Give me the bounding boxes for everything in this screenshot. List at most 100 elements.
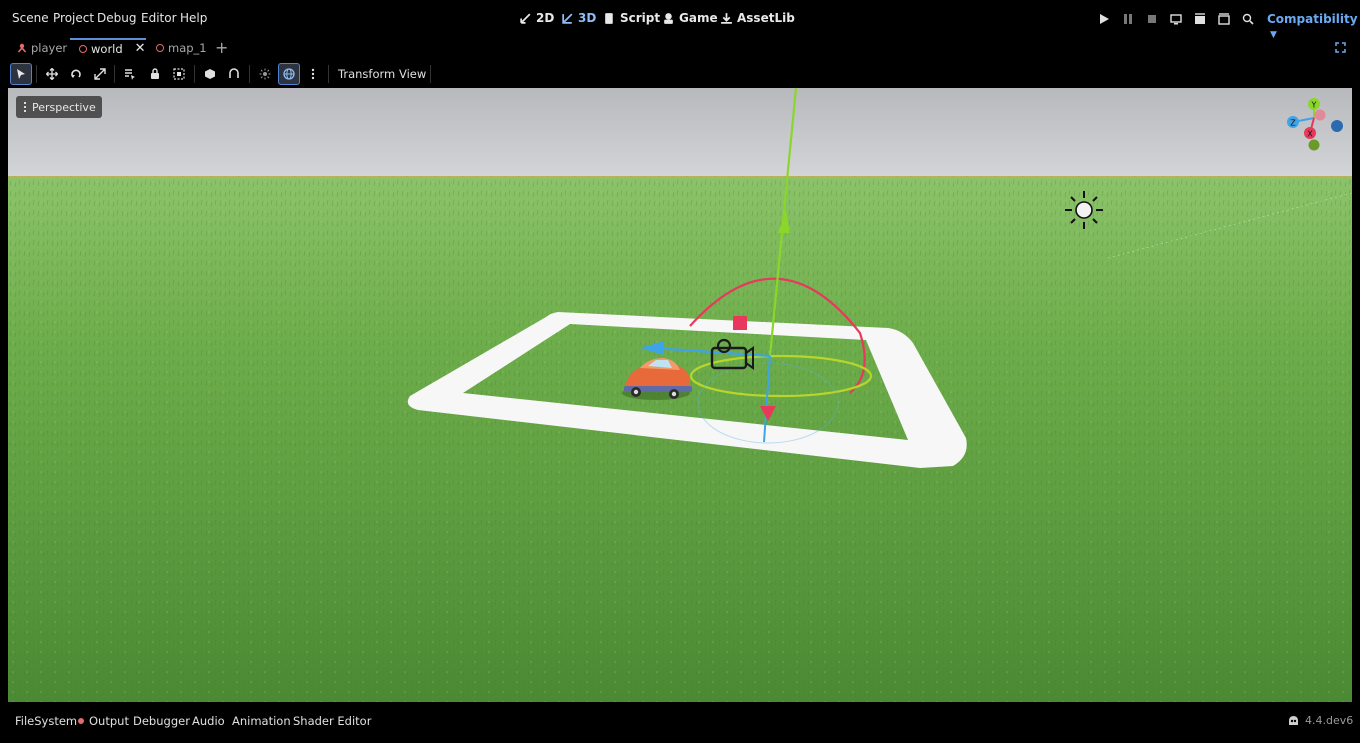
scene-tab-world[interactable]: world ✕ xyxy=(79,41,146,56)
scene-tab-label: world xyxy=(91,41,123,56)
sky xyxy=(8,88,1352,178)
node3d-icon xyxy=(156,44,164,52)
xy-plane-handle[interactable] xyxy=(733,316,747,330)
bottom-tab-label: Output xyxy=(89,714,129,728)
perspective-menu-button[interactable]: Perspective xyxy=(16,96,102,118)
toolbar-separator xyxy=(194,65,195,83)
select-mode-button[interactable] xyxy=(10,63,32,85)
workspace-game-label: Game xyxy=(679,11,718,25)
stop-icon[interactable] xyxy=(1146,13,1158,25)
workspace-script-label: Script xyxy=(620,11,661,25)
renderer-select[interactable]: Compatibility ▼ xyxy=(1267,12,1360,40)
movie-maker-icon[interactable] xyxy=(1242,13,1254,25)
move-icon xyxy=(46,68,58,80)
version-label: 4.4.dev6 xyxy=(1305,714,1354,727)
bottom-tab-audio[interactable]: Audio xyxy=(192,714,225,728)
play-icon[interactable] xyxy=(1098,13,1110,25)
toolbar-separator xyxy=(249,65,250,83)
add-tab-button[interactable]: + xyxy=(215,38,228,57)
rotate-mode-button[interactable] xyxy=(65,63,87,85)
fullscreen-icon[interactable] xyxy=(1335,42,1346,53)
workspace-game-button[interactable]: Game xyxy=(662,11,718,25)
kebab-menu-icon xyxy=(311,68,315,80)
bottom-tab-label: Shader Editor xyxy=(293,714,372,728)
rotate-icon xyxy=(71,69,81,78)
cube-icon xyxy=(205,69,215,79)
version-indicator[interactable]: 4.4.dev6 xyxy=(1288,714,1353,727)
view-menu[interactable]: View xyxy=(399,67,426,81)
viewport-toolbar: Transform View xyxy=(0,60,1360,87)
3d-icon xyxy=(562,13,573,24)
toggle-preview-sun-button[interactable] xyxy=(254,63,276,85)
toggle-preview-environment-button[interactable] xyxy=(278,63,300,85)
transform-menu[interactable]: Transform xyxy=(338,67,395,81)
use-snap-button[interactable] xyxy=(223,63,245,85)
plus-icon: + xyxy=(215,38,229,57)
bottom-tab-debugger[interactable]: Debugger xyxy=(133,714,190,728)
renderer-label: Compatibility xyxy=(1267,12,1358,26)
remote-debug-icon[interactable] xyxy=(1170,13,1182,25)
bottom-panel-bar: FileSystem Output Debugger Audio Animati… xyxy=(0,702,1360,743)
workspace-2d-label: 2D xyxy=(536,11,555,25)
cursor-icon xyxy=(17,69,25,79)
group-icon xyxy=(173,68,185,80)
menu-scene[interactable]: Scene xyxy=(12,11,49,25)
scene-tab-label: map_1 xyxy=(168,41,207,55)
bottom-tab-label: Debugger xyxy=(133,714,190,728)
gizmo-neg-y[interactable] xyxy=(1308,139,1320,151)
use-local-space-button[interactable] xyxy=(199,63,221,85)
play-custom-scene-icon[interactable] xyxy=(1218,13,1230,25)
lock-icon xyxy=(151,68,159,79)
error-indicator-icon xyxy=(78,718,84,724)
2d-icon xyxy=(520,13,531,24)
lock-button[interactable] xyxy=(144,63,166,85)
workspace-3d-button[interactable]: 3D xyxy=(561,11,596,25)
menu-help[interactable]: Help xyxy=(180,11,207,25)
workspace-script-button[interactable]: Script xyxy=(603,11,660,25)
script-icon xyxy=(605,12,613,24)
sun-icon xyxy=(259,68,271,80)
close-icon[interactable]: ✕ xyxy=(135,41,146,56)
more-options-button[interactable] xyxy=(302,63,324,85)
workspace-assetlib-label: AssetLib xyxy=(737,11,795,25)
snap-icon xyxy=(229,68,239,78)
globe-icon xyxy=(283,68,295,80)
scene-tab-label: player xyxy=(31,41,68,55)
viewport-scene[interactable]: Y Z X xyxy=(8,88,1352,702)
toolbar-separator xyxy=(328,65,329,83)
3d-viewport[interactable]: Y Z X Perspective xyxy=(8,88,1352,702)
top-menu-bar: Scene Project Debug Editor Help 2D 3D Sc… xyxy=(0,0,1360,40)
workspace-assetlib-button[interactable]: AssetLib xyxy=(720,11,795,25)
list-select-button[interactable] xyxy=(119,63,141,85)
bottom-tab-output[interactable]: Output xyxy=(78,714,129,728)
workspace-3d-label: 3D xyxy=(578,11,597,25)
list-select-icon xyxy=(125,69,135,80)
bottom-tab-animation[interactable]: Animation xyxy=(232,714,291,728)
menu-editor[interactable]: Editor xyxy=(141,11,177,25)
godot-icon xyxy=(1289,716,1298,725)
play-scene-icon[interactable] xyxy=(1194,13,1206,25)
gizmo-neg-z[interactable] xyxy=(1331,120,1343,132)
menu-project[interactable]: Project xyxy=(53,11,94,25)
active-tab-indicator xyxy=(70,38,146,40)
scale-icon xyxy=(94,68,106,80)
gizmo-x-label: X xyxy=(1307,130,1313,139)
group-button[interactable] xyxy=(168,63,190,85)
move-mode-button[interactable] xyxy=(41,63,63,85)
pause-icon[interactable] xyxy=(1122,13,1134,25)
bottom-tab-filesystem[interactable]: FileSystem xyxy=(15,714,77,728)
bottom-tab-label: Audio xyxy=(192,714,225,728)
gizmo-neg-x[interactable] xyxy=(1314,109,1326,121)
bottom-tab-label: FileSystem xyxy=(15,714,78,728)
character-node-icon xyxy=(17,43,27,53)
toolbar-separator xyxy=(114,65,115,83)
scale-mode-button[interactable] xyxy=(89,63,111,85)
scene-tab-player[interactable]: player xyxy=(17,41,67,55)
scene-tabs: player world ✕ map_1 + xyxy=(0,38,1360,60)
bottom-tab-shader-editor[interactable]: Shader Editor xyxy=(293,714,371,728)
menu-debug[interactable]: Debug xyxy=(97,11,136,25)
game-icon xyxy=(664,12,673,24)
workspace-2d-button[interactable]: 2D xyxy=(519,11,554,25)
scene-tab-map[interactable]: map_1 xyxy=(156,41,207,55)
gizmo-y-label: Y xyxy=(1311,101,1317,110)
